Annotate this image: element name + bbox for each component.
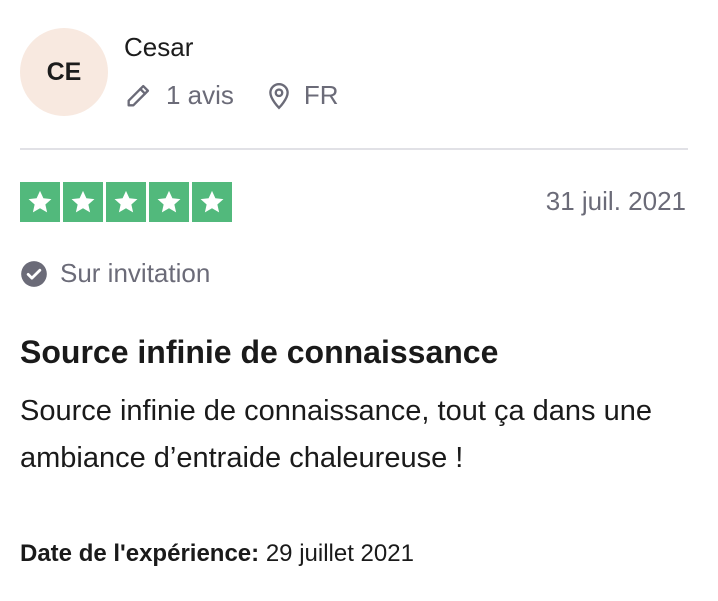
star-1 — [20, 182, 60, 222]
star-icon — [157, 190, 181, 213]
experience-date-value: 29 juillet 2021 — [265, 540, 414, 567]
location-pin-icon — [266, 82, 292, 110]
divider — [20, 148, 688, 150]
review-date: 31 juil. 2021 — [545, 186, 686, 216]
avatar-initials: CE — [46, 57, 82, 86]
experience-date: Date de l'expérience: 29 juillet 2021 — [20, 540, 414, 568]
avatar[interactable]: CE — [20, 28, 108, 116]
review-title[interactable]: Source infinie de connaissance — [20, 334, 498, 371]
star-icon — [200, 190, 224, 213]
star-3 — [106, 182, 146, 222]
verification-label: Sur invitation — [60, 258, 211, 288]
star-icon — [28, 190, 52, 213]
reviewer-name[interactable]: Cesar — [124, 32, 193, 63]
pencil-icon — [124, 82, 152, 110]
review-text: Source infinie de connaissance, tout ça … — [20, 395, 652, 474]
star-2 — [63, 182, 103, 222]
verification-badge[interactable]: Sur invitation — [20, 258, 210, 289]
star-rating — [20, 182, 232, 222]
reviewer-country: FR — [303, 80, 339, 110]
reviewer-meta: 1 avis FR — [124, 80, 339, 111]
experience-date-label: Date de l'expérience: — [20, 540, 260, 567]
check-circle-icon — [20, 260, 48, 288]
review-count: 1 avis — [166, 80, 234, 110]
star-icon — [114, 190, 138, 213]
star-icon — [71, 190, 95, 213]
star-5 — [192, 182, 232, 222]
star-4 — [149, 182, 189, 222]
